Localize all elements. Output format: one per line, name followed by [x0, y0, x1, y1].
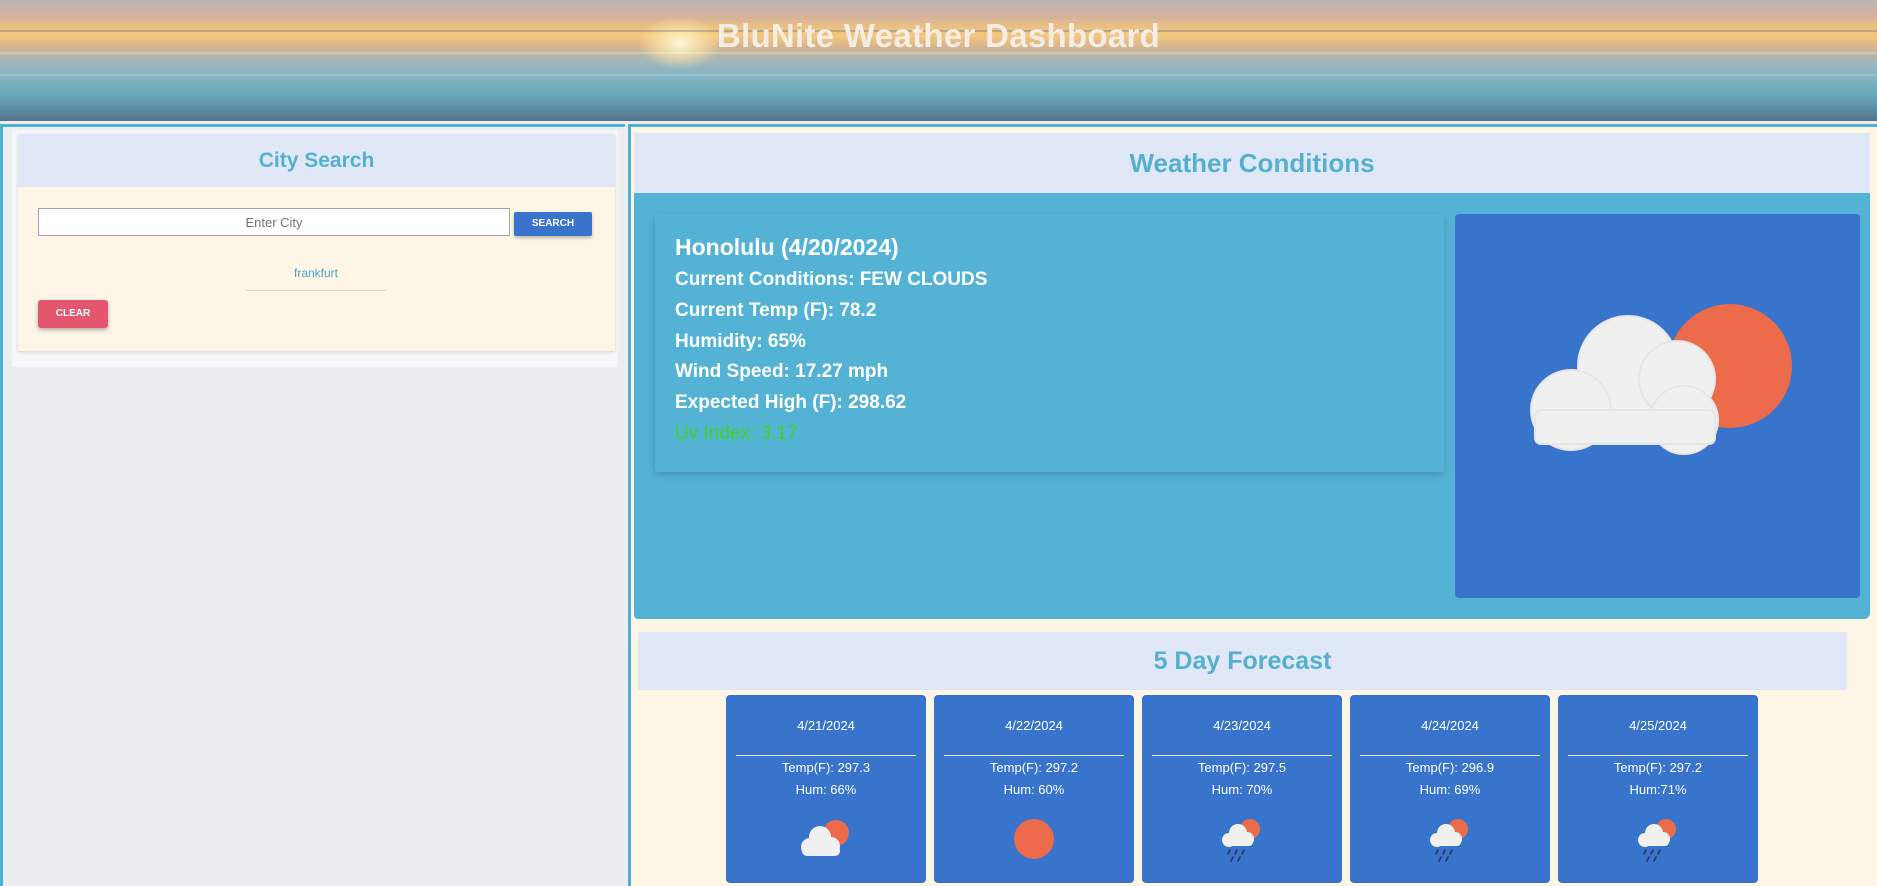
forecast-card: 4/24/2024 Temp(F): 296.9 Hum: 69%	[1350, 695, 1550, 883]
rain-icon	[1638, 819, 1676, 862]
search-history-item[interactable]: frankfurt	[246, 264, 386, 291]
forecast-humidity: Hum: 66%	[795, 782, 857, 797]
few-clouds-day-icon	[1530, 304, 1792, 455]
forecast-humidity: Hum: 69%	[1419, 782, 1481, 797]
forecast-date: 4/23/2024	[1213, 718, 1271, 733]
forecast-humidity: Hum:71%	[1629, 782, 1687, 797]
current-humidity: Humidity: 65%	[675, 331, 806, 352]
forecast-temp: Temp(F): 297.3	[781, 760, 871, 775]
city-search-title: City Search	[18, 134, 615, 187]
forecast-date: 4/24/2024	[1421, 718, 1479, 733]
few-clouds-icon	[801, 820, 849, 856]
rain-icon	[1430, 819, 1468, 862]
divider	[736, 755, 916, 756]
current-conditions: Current Conditions: FEW CLOUDS	[675, 269, 988, 290]
expected-high: Expected High (F): 298.62	[675, 392, 907, 413]
current-temp: Current Temp (F): 78.2	[675, 300, 877, 321]
divider	[1152, 755, 1332, 756]
forecast-card: 4/21/2024 Temp(F): 297.3 Hum: 66%	[726, 695, 926, 883]
forecast-card: 4/23/2024 Temp(F): 297.5 Hum: 70%	[1142, 695, 1342, 883]
city-search-card: City Search SEARCH frankfurt CLEAR	[18, 134, 615, 351]
current-wind-speed: Wind Speed: 17.27 mph	[675, 361, 889, 382]
page-title: BluNite Weather Dashboard	[716, 17, 1161, 54]
forecast-temp: Temp(F): 297.2	[1613, 760, 1703, 775]
forecast-temp: Temp(F): 297.5	[1197, 760, 1287, 775]
forecast-date: 4/22/2024	[1005, 718, 1063, 733]
divider	[944, 755, 1124, 756]
clear-button[interactable]: CLEAR	[38, 300, 108, 328]
forecast-card: 4/25/2024 Temp(F): 297.2 Hum:71%	[1558, 695, 1758, 883]
rain-icon	[1222, 819, 1260, 862]
divider	[1568, 755, 1748, 756]
city-date: Honolulu (4/20/2024)	[675, 234, 899, 260]
forecast-temp: Temp(F): 297.2	[989, 760, 1079, 775]
forecast-date: 4/25/2024	[1629, 718, 1687, 733]
forecast-title: 5 Day Forecast	[638, 632, 1847, 690]
current-weather-icon-panel	[1455, 214, 1860, 598]
search-button[interactable]: SEARCH	[514, 212, 592, 236]
header-banner: BluNite Weather Dashboard	[0, 0, 1877, 121]
city-search-input[interactable]	[38, 208, 510, 236]
current-weather-card: Honolulu (4/20/2024) Current Conditions:…	[655, 214, 1444, 472]
sun-icon	[1014, 819, 1054, 859]
forecast-humidity: Hum: 60%	[1003, 782, 1065, 797]
forecast-humidity: Hum: 70%	[1211, 782, 1273, 797]
divider	[1360, 755, 1540, 756]
forecast-card: 4/22/2024 Temp(F): 297.2 Hum: 60%	[934, 695, 1134, 883]
water-streak	[0, 74, 1877, 76]
weather-conditions-title: Weather Conditions	[634, 133, 1870, 193]
forecast-date: 4/21/2024	[797, 718, 855, 733]
forecast-temp: Temp(F): 296.9	[1405, 760, 1495, 775]
uv-index: Uv Index: 3.17	[675, 423, 798, 444]
